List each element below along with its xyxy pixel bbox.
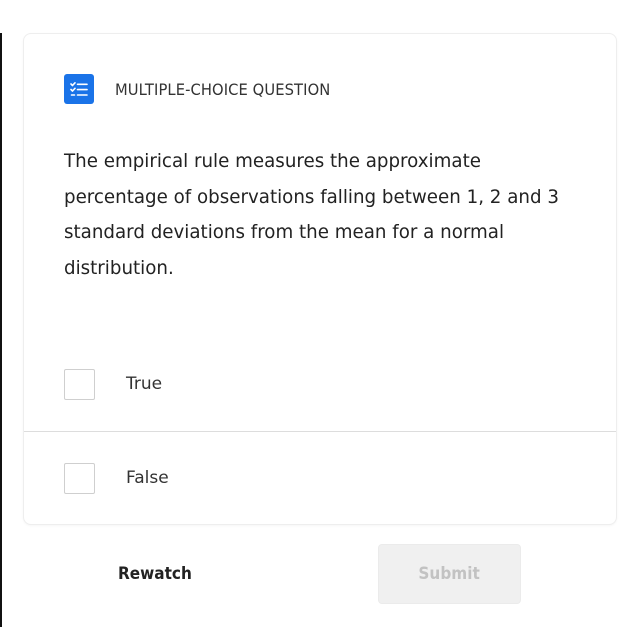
option-true[interactable]: True [24,354,616,414]
option-true-checkbox[interactable] [64,368,95,400]
left-border [0,33,2,627]
option-true-label: True [126,374,163,394]
option-false[interactable]: False [24,448,616,508]
question-card: MULTIPLE-CHOICE QUESTION The empirical r… [23,33,617,525]
submit-button[interactable]: Submit [378,544,521,604]
option-false-label: False [126,468,169,488]
question-text: The empirical rule measures the approxim… [64,150,559,279]
checklist-icon [64,74,94,104]
option-false-checkbox[interactable] [64,462,95,494]
option-divider [24,431,616,432]
question-type-label: MULTIPLE-CHOICE QUESTION [115,79,331,99]
question-header: MULTIPLE-CHOICE QUESTION [64,74,349,104]
rewatch-button[interactable]: Rewatch [118,564,192,584]
submit-button-label: Submit [418,564,481,584]
